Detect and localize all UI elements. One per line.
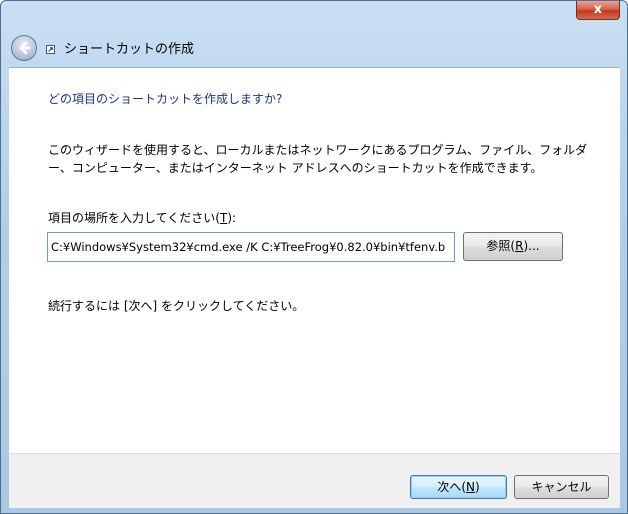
location-label: 項目の場所を入力してください(T):	[48, 211, 237, 225]
window-title: ショートカットの作成	[64, 42, 195, 57]
wizard-footer: 次へ(N) キャンセル	[9, 453, 620, 508]
shortcut-overlay-icon	[46, 45, 55, 54]
wizard-content: どの項目のショートカットを作成しますか? このウィザードを使用すると、ローカルま…	[9, 67, 620, 454]
close-icon: x	[593, 2, 603, 17]
back-button[interactable]	[11, 35, 37, 61]
location-input[interactable]	[47, 232, 455, 262]
instruction-text: 続行するには [次へ] をクリックしてください。	[48, 299, 305, 313]
close-button[interactable]: x	[576, 1, 620, 20]
back-arrow-icon	[19, 41, 31, 55]
cancel-button[interactable]: キャンセル	[514, 475, 609, 499]
wizard-description: このウィザードを使用すると、ローカルまたはネットワークにあるプログラム、ファイル…	[48, 143, 588, 175]
browse-button[interactable]: 参照(R)...	[463, 232, 563, 261]
next-accesskey: N	[466, 480, 475, 494]
wizard-heading: どの項目のショートカットを作成しますか?	[48, 92, 283, 106]
create-shortcut-window: x ショートカットの作成 どの項目のショートカットを作成しますか? このウィザー…	[0, 0, 628, 514]
next-button[interactable]: 次へ(N)	[410, 475, 507, 499]
